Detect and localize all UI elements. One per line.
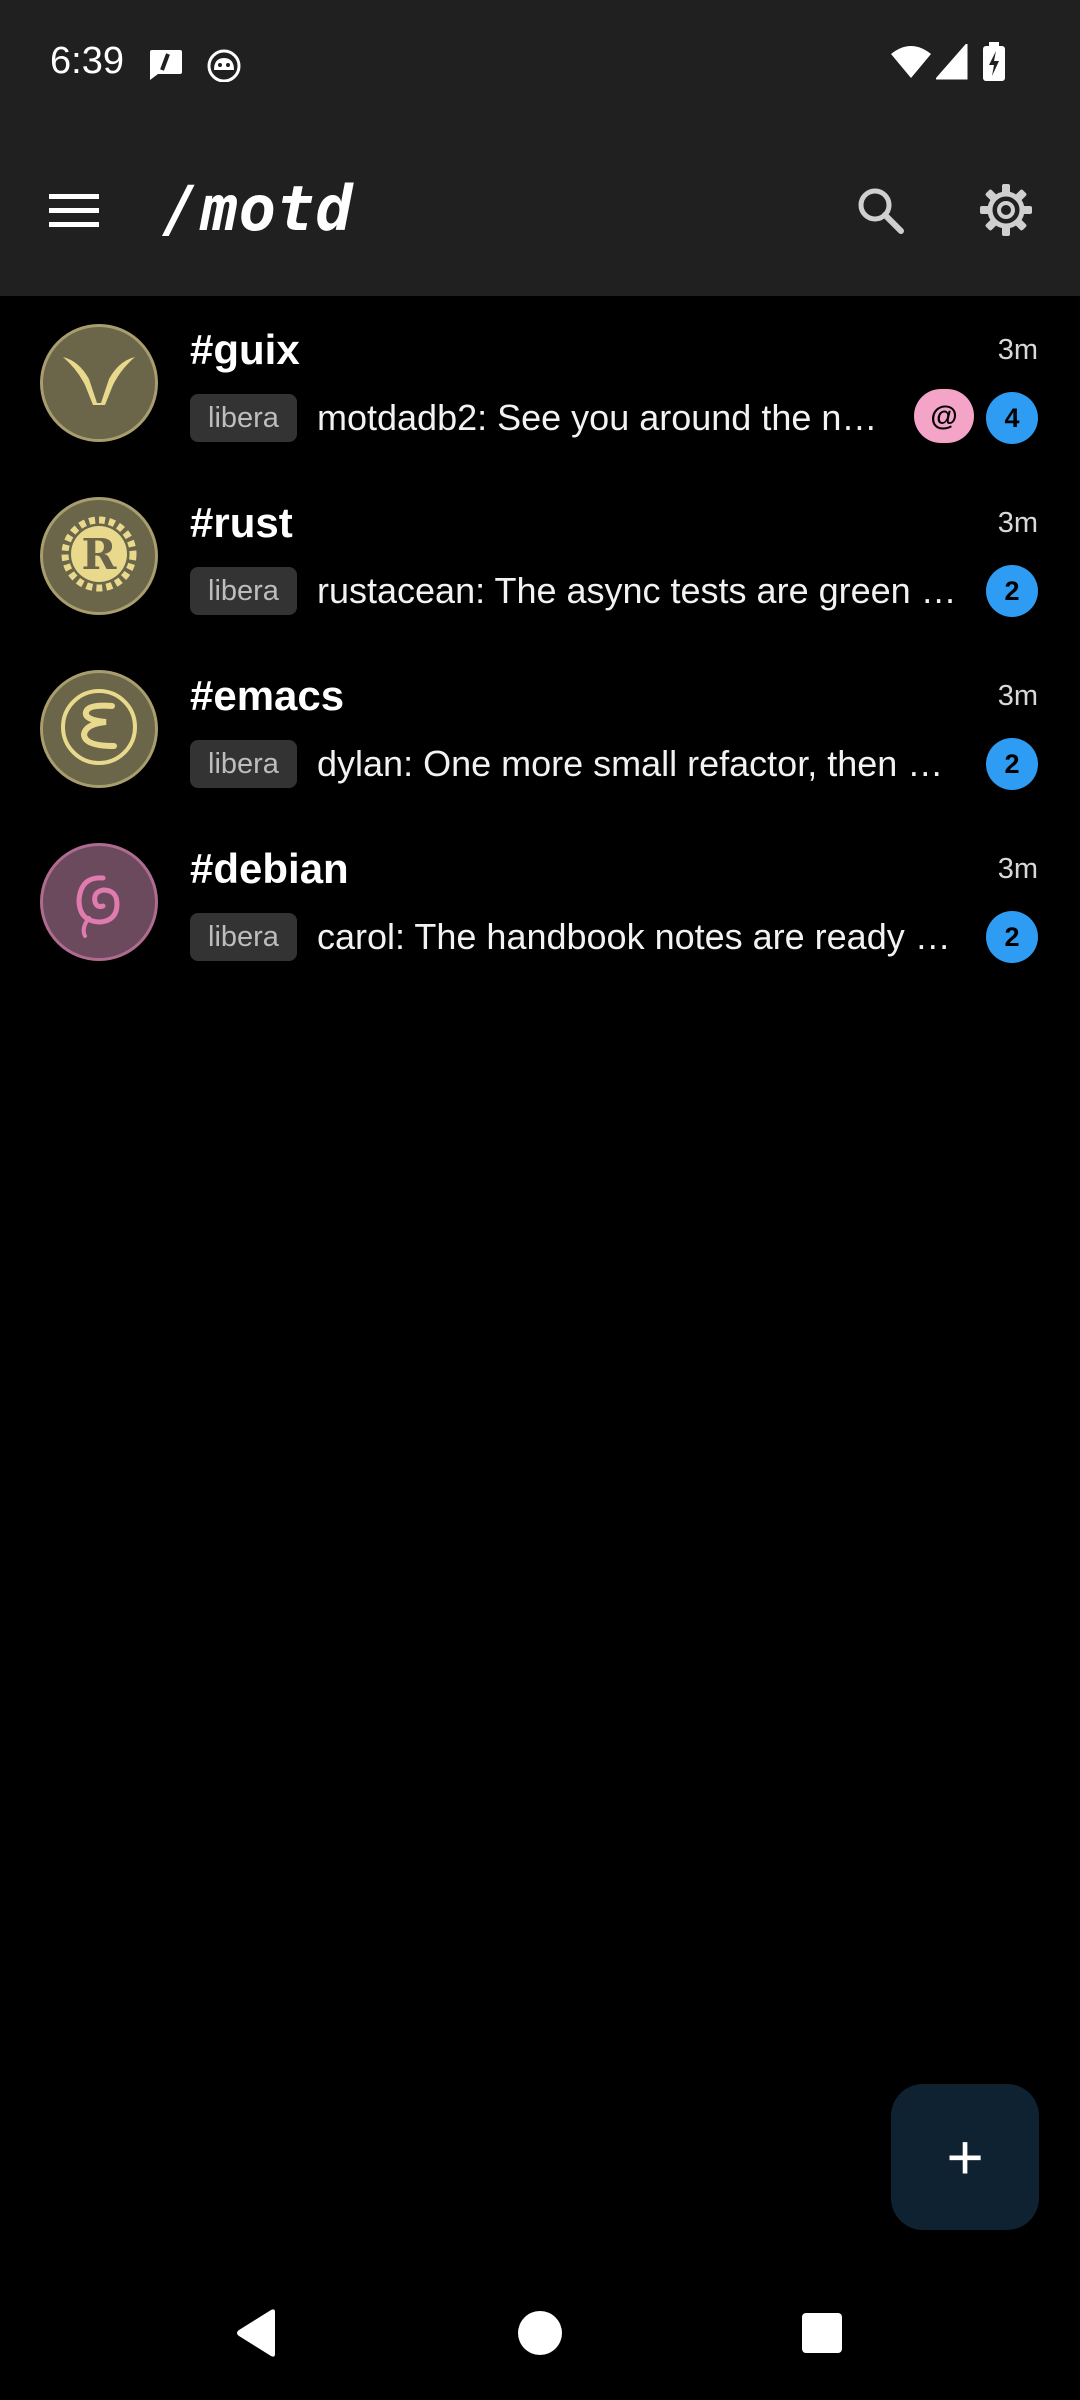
home-button[interactable] [480, 2290, 600, 2380]
top-app-bar: /motd [0, 128, 1080, 296]
gear-icon [978, 182, 1034, 243]
network-chip: libera [190, 394, 297, 442]
channel-name: #guix [190, 326, 300, 373]
timestamp: 3m [997, 680, 1038, 712]
hamburger-menu-icon [49, 192, 99, 233]
emacs-e-icon [54, 682, 144, 777]
unread-count-badge: 2 [986, 738, 1038, 790]
chat-notification-icon [148, 48, 184, 87]
message-preview: dylan: One more small refactor, then mer… [317, 743, 957, 784]
message-preview: motdadb2: See you around the next releas… [317, 397, 887, 438]
status-bar: 6:39 [0, 0, 1080, 128]
network-chip: libera [190, 913, 297, 961]
message-preview: rustacean: The async tests are green now [317, 570, 957, 611]
network-chip: libera [190, 567, 297, 615]
channel-name: #emacs [190, 672, 345, 719]
add-channel-button[interactable]: + [891, 2084, 1039, 2230]
settings-button[interactable] [966, 172, 1046, 252]
home-circle-icon [517, 2310, 563, 2361]
timestamp: 3m [997, 334, 1038, 366]
channel-list: #guix 3m libera motdadb2: See you around… [0, 296, 1080, 988]
channel-row-guix[interactable]: #guix 3m libera motdadb2: See you around… [0, 296, 1080, 469]
search-icon [855, 185, 905, 240]
status-time: 6:39 [50, 40, 124, 82]
channel-avatar [40, 324, 158, 442]
recents-square-icon [801, 2312, 843, 2359]
back-button[interactable] [196, 2290, 316, 2380]
channel-avatar: R [40, 497, 158, 615]
page-title: /motd [162, 172, 354, 245]
back-triangle-icon [233, 2308, 279, 2363]
mention-badge: @ [914, 389, 974, 443]
channel-avatar [40, 843, 158, 961]
recents-button[interactable] [762, 2290, 882, 2380]
rust-gear-icon: R [54, 509, 144, 604]
plus-icon: + [946, 2121, 984, 2193]
timestamp: 3m [997, 853, 1038, 885]
system-navigation-bar [0, 2270, 1080, 2400]
gnu-horns-icon [59, 351, 139, 416]
debian-swirl-icon [59, 860, 139, 945]
channel-name: #rust [190, 499, 293, 546]
signal-icon [934, 42, 968, 85]
timestamp: 3m [997, 507, 1038, 539]
wifi-icon [890, 44, 932, 85]
unread-count-badge: 2 [986, 911, 1038, 963]
channel-avatar [40, 670, 158, 788]
unread-count-badge: 4 [986, 392, 1038, 444]
unread-count-badge: 2 [986, 565, 1038, 617]
menu-button[interactable] [36, 176, 112, 248]
channel-row-debian[interactable]: #debian 3m libera carol: The handbook no… [0, 815, 1080, 988]
android-head-icon [206, 48, 242, 87]
channel-name: #debian [190, 845, 349, 892]
channel-row-rust[interactable]: R #rust 3m libera rustacean: The async t… [0, 469, 1080, 642]
svg-text:R: R [82, 530, 118, 579]
network-chip: libera [190, 740, 297, 788]
search-button[interactable] [840, 172, 920, 252]
message-preview: carol: The handbook notes are ready for … [317, 916, 957, 957]
channel-row-emacs[interactable]: #emacs 3m libera dylan: One more small r… [0, 642, 1080, 815]
battery-charging-icon [982, 42, 1006, 87]
